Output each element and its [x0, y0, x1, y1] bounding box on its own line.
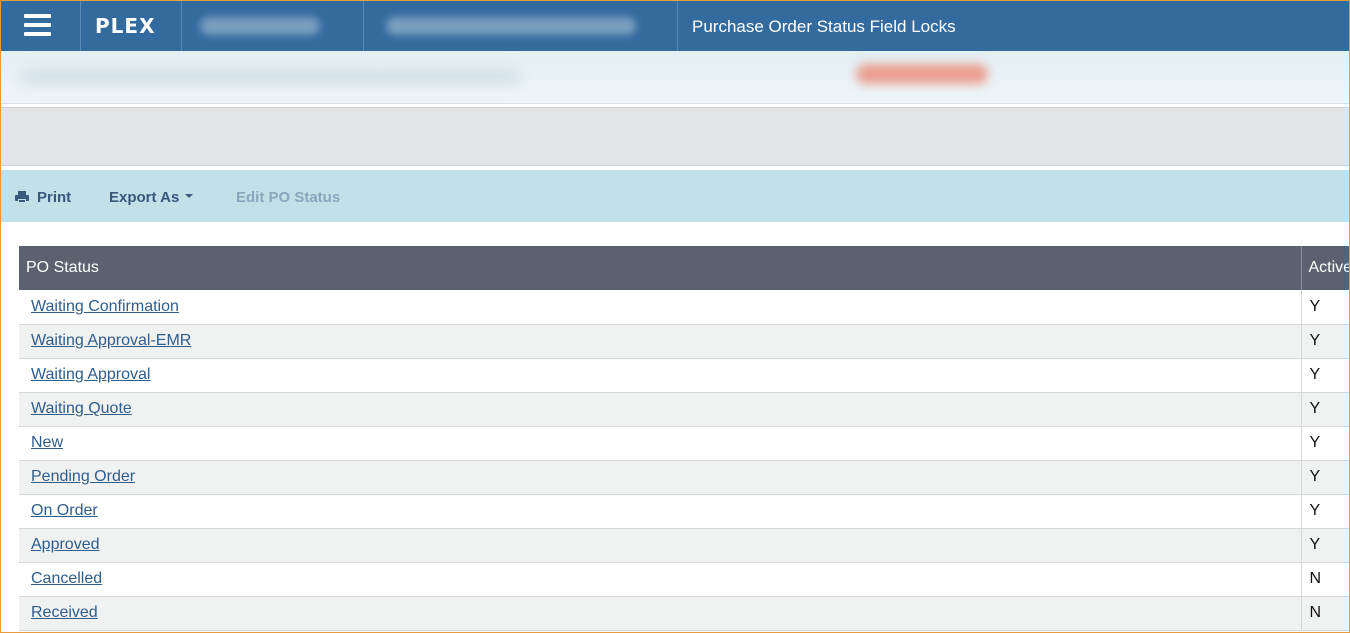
po-status-link[interactable]: Waiting Approval — [31, 366, 150, 383]
table-row: Cancelled N — [19, 562, 1350, 597]
active-cell: Y — [1301, 426, 1350, 461]
page-title: Purchase Order Status Field Locks — [692, 17, 956, 36]
edit-po-status-button[interactable]: Edit PO Status — [236, 189, 340, 206]
po-status-cell: Waiting Approval-EMR — [19, 324, 1302, 359]
redacted-alert-text — [856, 64, 988, 84]
po-status-link[interactable]: Waiting Approval-EMR — [31, 332, 191, 349]
export-as-dropdown[interactable]: Export As — [109, 189, 194, 206]
po-status-cell: Waiting Confirmation — [19, 290, 1302, 325]
info-banner — [1, 51, 1349, 104]
po-status-cell: Waiting Approval — [19, 358, 1302, 393]
main-menu-button[interactable] — [1, 1, 81, 51]
active-cell: Y — [1301, 392, 1350, 427]
po-status-cell: Received — [19, 596, 1302, 631]
redacted-header-field-2 — [364, 1, 678, 51]
po-status-cell: Approved — [19, 528, 1302, 563]
active-cell: Y — [1301, 358, 1350, 393]
plex-logo[interactable]: PLEX — [81, 1, 182, 51]
table-row: Approved Y — [19, 528, 1350, 563]
table-row: Waiting Quote Y — [19, 392, 1350, 427]
active-cell: Y — [1301, 494, 1350, 529]
printer-icon — [15, 191, 29, 203]
po-status-link[interactable]: On Order — [31, 502, 98, 519]
po-status-cell: New — [19, 426, 1302, 461]
active-cell: N — [1301, 596, 1350, 631]
active-cell: Y — [1301, 290, 1350, 325]
active-cell: Y — [1301, 528, 1350, 563]
table-row: Received N — [19, 596, 1350, 631]
po-status-cell: Waiting Quote — [19, 392, 1302, 427]
active-cell: Y — [1301, 460, 1350, 495]
table-row: On Order Y — [19, 494, 1350, 529]
print-button[interactable]: Print — [15, 189, 71, 206]
po-status-cell: On Order — [19, 494, 1302, 529]
table-row: Waiting Approval Y — [19, 358, 1350, 393]
active-cell: N — [1301, 562, 1350, 597]
redacted-info-text — [21, 69, 521, 85]
table-row: Pending Order Y — [19, 460, 1350, 495]
filter-panel — [1, 107, 1349, 166]
table-row: New Y — [19, 426, 1350, 461]
column-header-po-status[interactable]: PO Status — [19, 246, 1302, 290]
po-status-link[interactable]: Pending Order — [31, 468, 135, 485]
po-status-table: PO Status Active Waiting Confirmation Y … — [19, 246, 1350, 631]
po-status-link[interactable]: Waiting Confirmation — [31, 298, 179, 315]
table-row: Waiting Confirmation Y — [19, 290, 1350, 325]
active-cell: Y — [1301, 324, 1350, 359]
redacted-header-field-1 — [182, 1, 364, 51]
action-toolbar: Print Export As Edit PO Status — [1, 170, 1349, 222]
po-status-link[interactable]: Approved — [31, 536, 100, 553]
po-status-link[interactable]: Cancelled — [31, 570, 102, 587]
logo-text: PLEX — [95, 14, 156, 38]
export-as-label: Export As — [109, 189, 180, 206]
table-header-row: PO Status Active — [19, 246, 1350, 290]
po-status-cell: Pending Order — [19, 460, 1302, 495]
column-header-active[interactable]: Active — [1301, 246, 1350, 290]
table-row: Waiting Approval-EMR Y — [19, 324, 1350, 359]
print-label: Print — [37, 189, 72, 206]
top-navigation-bar: PLEX Purchase Order Status Field Locks — [1, 1, 1349, 51]
caret-down-icon — [185, 194, 194, 198]
hamburger-menu-icon — [24, 14, 51, 36]
po-status-link[interactable]: Waiting Quote — [31, 400, 132, 417]
po-status-link[interactable]: New — [31, 434, 63, 451]
po-status-cell: Cancelled — [19, 562, 1302, 597]
po-status-link[interactable]: Received — [31, 604, 98, 621]
